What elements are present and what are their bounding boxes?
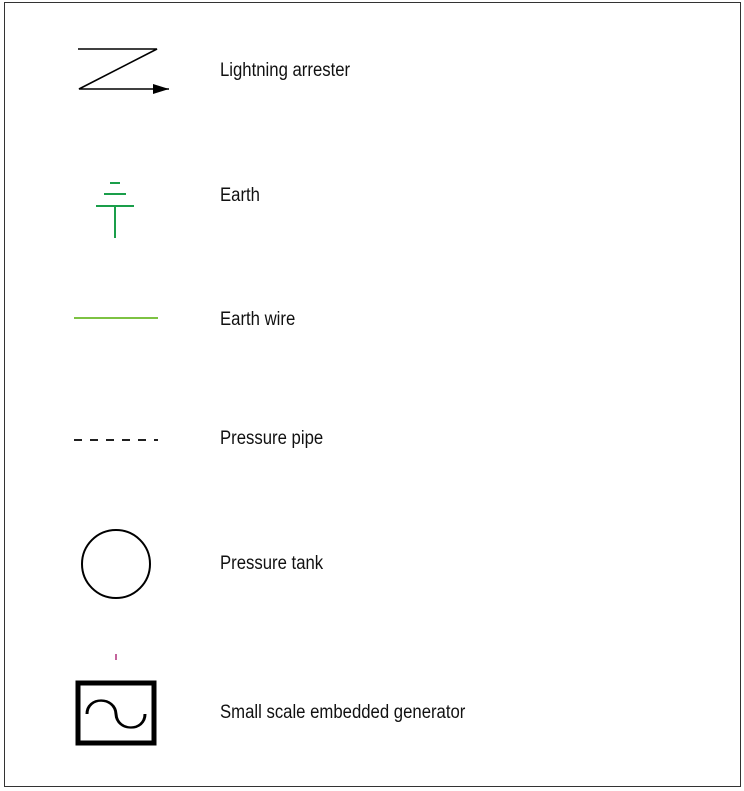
lightning-arrester-icon	[78, 48, 169, 94]
small-scale-embedded-generator-icon	[75, 654, 157, 746]
legend-label: Pressure tank	[220, 553, 324, 574]
legend-label: Earth wire	[220, 309, 296, 330]
legend-label: Pressure pipe	[220, 428, 324, 449]
legend-label: Small scale embedded generator	[220, 702, 466, 723]
earth-wire-icon	[74, 317, 158, 319]
legend-item-small-scale-embedded-generator: Small scale embedded generator	[5, 654, 740, 746]
legend-item-pressure-pipe: Pressure pipe	[5, 419, 740, 459]
pressure-tank-icon	[81, 529, 151, 599]
legend-item-lightning-arrester: Lightning arrester	[5, 48, 740, 94]
legend-panel: Lightning arrester Earth Earth wire Pres…	[4, 2, 741, 787]
legend-label: Lightning arrester	[220, 60, 351, 81]
legend-item-earth: Earth	[5, 176, 740, 238]
pressure-pipe-icon	[74, 439, 158, 441]
legend-item-earth-wire: Earth wire	[5, 300, 740, 340]
legend-label: Earth	[220, 185, 260, 206]
legend-item-pressure-tank: Pressure tank	[5, 529, 740, 599]
earth-icon	[96, 182, 134, 238]
